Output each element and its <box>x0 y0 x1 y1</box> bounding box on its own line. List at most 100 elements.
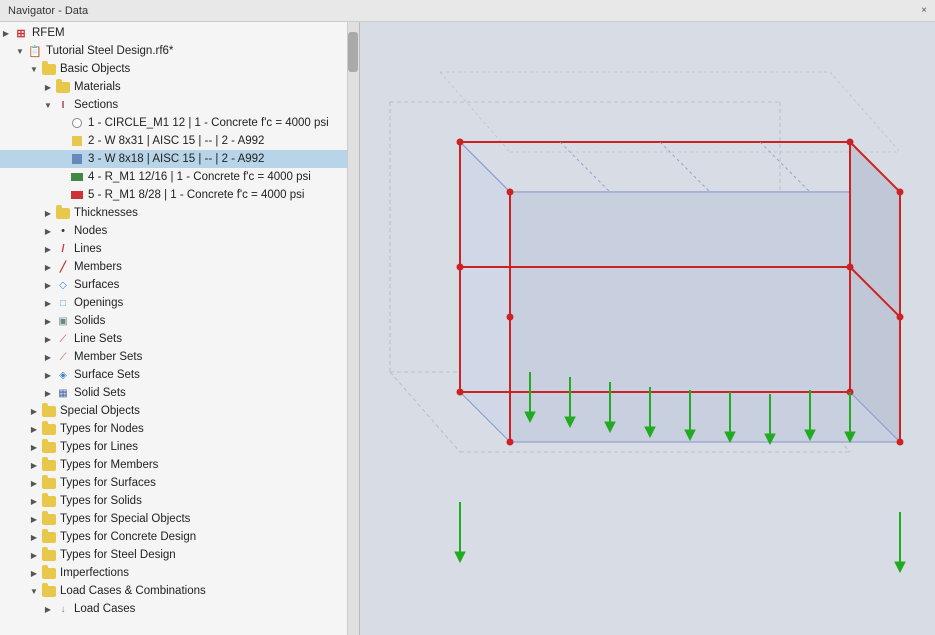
tree-label: Solids <box>74 315 105 327</box>
tree-item-types-surfaces[interactable]: Types for Surfaces <box>0 474 359 492</box>
tree-arrow[interactable] <box>42 389 54 398</box>
tree-label: Types for Lines <box>60 441 138 453</box>
tree-arrow[interactable] <box>42 245 54 254</box>
tree-label: 1 - CIRCLE_M1 12 | 1 - Concrete f'c = 40… <box>88 117 329 129</box>
tree-item-thicknesses[interactable]: Thicknesses <box>0 204 359 222</box>
tree-icon: ⟋ <box>54 331 72 347</box>
tree-arrow[interactable] <box>42 335 54 344</box>
viewport-svg <box>360 22 935 635</box>
tree-arrow[interactable] <box>28 569 40 578</box>
tree-icon: ⟋ <box>54 349 72 365</box>
tree-item-imperfections[interactable]: Imperfections <box>0 564 359 582</box>
tree-arrow[interactable] <box>42 605 54 614</box>
tree-item-basic-objects[interactable]: Basic Objects <box>0 60 359 78</box>
tree-item-sec2[interactable]: 2 - W 8x31 | AISC 15 | -- | 2 - A992 <box>0 132 359 150</box>
tree-label: Surface Sets <box>74 369 140 381</box>
tree-item-sec5[interactable]: 5 - R_M1 8/28 | 1 - Concrete f'c = 4000 … <box>0 186 359 204</box>
tree-label: Load Cases & Combinations <box>60 585 206 597</box>
tree-arrow[interactable] <box>42 317 54 326</box>
title-bar-close[interactable]: × <box>921 5 927 16</box>
tree-icon <box>40 457 58 473</box>
title-bar: Navigator - Data × <box>0 0 935 22</box>
tree-icon <box>40 421 58 437</box>
tree-label: Thicknesses <box>74 207 138 219</box>
tree-item-types-concrete[interactable]: Types for Concrete Design <box>0 528 359 546</box>
tree-icon <box>40 511 58 527</box>
tree-label: Sections <box>74 99 118 111</box>
tree-arrow[interactable] <box>28 65 40 74</box>
tree-icon: ⊞ <box>12 25 30 41</box>
viewport-3d[interactable] <box>360 22 935 635</box>
tree-icon <box>68 115 86 131</box>
tree-icon: • <box>54 223 72 239</box>
tree-item-sec4[interactable]: 4 - R_M1 12/16 | 1 - Concrete f'c = 4000… <box>0 168 359 186</box>
tree-arrow[interactable] <box>28 551 40 560</box>
tree-item-members[interactable]: ╱ Members <box>0 258 359 276</box>
tree-item-project[interactable]: 📋 Tutorial Steel Design.rf6* <box>0 42 359 60</box>
tree-arrow[interactable] <box>42 209 54 218</box>
tree-label: Members <box>74 261 122 273</box>
tree-item-load-cases-combo[interactable]: Load Cases & Combinations <box>0 582 359 600</box>
navigator-panel: ⊞ RFEM 📋 Tutorial Steel Design.rf6* Basi… <box>0 22 360 635</box>
tree-arrow[interactable] <box>0 29 12 38</box>
tree-arrow[interactable] <box>28 407 40 416</box>
tree-item-sections[interactable]: I Sections <box>0 96 359 114</box>
tree-icon: ▣ <box>54 313 72 329</box>
tree-icon <box>40 565 58 581</box>
tree-label: RFEM <box>32 27 65 39</box>
title-bar-title: Navigator - Data <box>8 5 88 17</box>
tree-item-member-sets[interactable]: ⟋ Member Sets <box>0 348 359 366</box>
tree-arrow[interactable] <box>42 353 54 362</box>
main-content: ⊞ RFEM 📋 Tutorial Steel Design.rf6* Basi… <box>0 22 935 635</box>
tree-arrow[interactable] <box>28 479 40 488</box>
tree-item-sec1[interactable]: 1 - CIRCLE_M1 12 | 1 - Concrete f'c = 40… <box>0 114 359 132</box>
tree-label: Nodes <box>74 225 107 237</box>
tree-arrow[interactable] <box>28 587 40 596</box>
tree-item-types-steel[interactable]: Types for Steel Design <box>0 546 359 564</box>
tree-arrow[interactable] <box>28 533 40 542</box>
tree-item-materials[interactable]: Materials <box>0 78 359 96</box>
tree-arrow[interactable] <box>28 443 40 452</box>
tree-item-solids[interactable]: ▣ Solids <box>0 312 359 330</box>
tree-item-surface-sets[interactable]: ◈ Surface Sets <box>0 366 359 384</box>
tree-label: Member Sets <box>74 351 142 363</box>
tree-item-types-solids[interactable]: Types for Solids <box>0 492 359 510</box>
tree-icon: I <box>54 97 72 113</box>
tree-arrow[interactable] <box>42 281 54 290</box>
tree-arrow[interactable] <box>28 425 40 434</box>
tree-arrow[interactable] <box>28 497 40 506</box>
tree-item-nodes[interactable]: • Nodes <box>0 222 359 240</box>
tree-arrow[interactable] <box>42 83 54 92</box>
tree-label: Tutorial Steel Design.rf6* <box>46 45 173 57</box>
tree-item-load-cases[interactable]: ↓ Load Cases <box>0 600 359 618</box>
tree-arrow[interactable] <box>42 101 54 110</box>
tree-item-sec3[interactable]: 3 - W 8x18 | AISC 15 | -- | 2 - A992 <box>0 150 359 168</box>
tree-arrow[interactable] <box>28 461 40 470</box>
tree-arrow[interactable] <box>14 47 26 56</box>
tree-label: Surfaces <box>74 279 119 291</box>
tree-arrow[interactable] <box>28 515 40 524</box>
tree-label: Types for Solids <box>60 495 142 507</box>
tree-item-openings[interactable]: □ Openings <box>0 294 359 312</box>
tree-item-types-lines[interactable]: Types for Lines <box>0 438 359 456</box>
tree-arrow[interactable] <box>42 371 54 380</box>
tree-label: Imperfections <box>60 567 129 579</box>
tree-arrow[interactable] <box>42 227 54 236</box>
tree-item-lines[interactable]: / Lines <box>0 240 359 258</box>
tree-label: Basic Objects <box>60 63 130 75</box>
tree-item-rfem[interactable]: ⊞ RFEM <box>0 24 359 42</box>
tree-label: 5 - R_M1 8/28 | 1 - Concrete f'c = 4000 … <box>88 189 304 201</box>
tree-arrow[interactable] <box>42 299 54 308</box>
tree-item-types-nodes[interactable]: Types for Nodes <box>0 420 359 438</box>
tree-item-types-members[interactable]: Types for Members <box>0 456 359 474</box>
tree-label: Special Objects <box>60 405 140 417</box>
tree-item-solid-sets[interactable]: ▦ Solid Sets <box>0 384 359 402</box>
scrollbar[interactable] <box>347 22 359 635</box>
scrollbar-thumb[interactable] <box>348 32 358 72</box>
tree-item-line-sets[interactable]: ⟋ Line Sets <box>0 330 359 348</box>
tree-item-special-objects[interactable]: Special Objects <box>0 402 359 420</box>
tree-arrow[interactable] <box>42 263 54 272</box>
tree-item-surfaces[interactable]: ◇ Surfaces <box>0 276 359 294</box>
tree-label: 4 - R_M1 12/16 | 1 - Concrete f'c = 4000… <box>88 171 311 183</box>
tree-item-types-special[interactable]: Types for Special Objects <box>0 510 359 528</box>
